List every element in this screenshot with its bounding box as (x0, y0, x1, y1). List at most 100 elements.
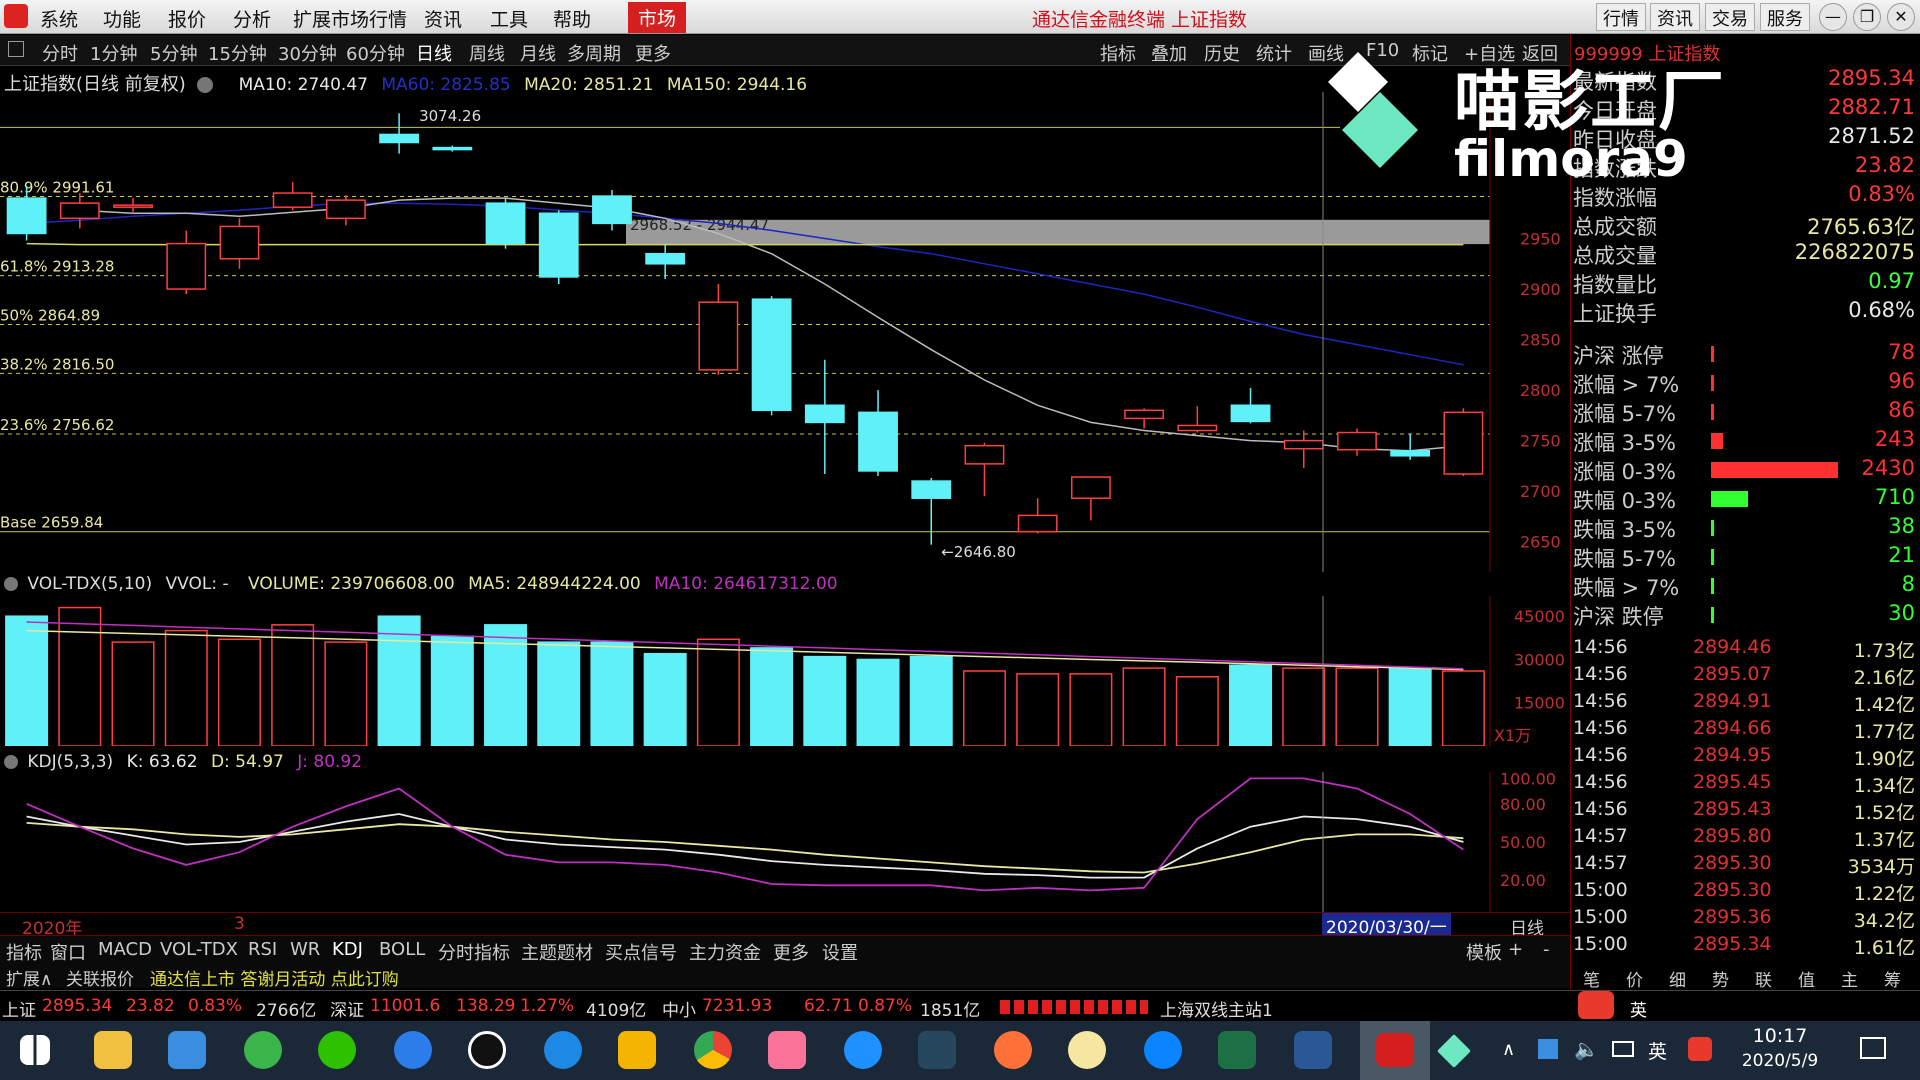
app-icon-4[interactable] (918, 1031, 956, 1069)
clock-date[interactable]: 2020/5/9 (1722, 1051, 1838, 1071)
qq-icon[interactable] (468, 1031, 506, 1069)
app-icon-2[interactable] (394, 1031, 432, 1069)
firefox-icon[interactable] (994, 1031, 1032, 1069)
app-icon-3[interactable] (618, 1031, 656, 1069)
period-multi[interactable]: 多周期 (567, 40, 621, 66)
volume-settings-icon[interactable] (4, 577, 18, 591)
period-fenshi[interactable]: 分时 (42, 40, 78, 66)
tab-vol-tdx[interactable]: VOL-TDX (160, 939, 238, 960)
notification-icon[interactable] (1860, 1037, 1886, 1059)
period-1min[interactable]: 1分钟 (90, 40, 137, 66)
wechat-icon[interactable] (318, 1031, 356, 1069)
menu-extended-market[interactable]: 扩展市场行情 (293, 5, 407, 32)
panel-tab[interactable]: 笔 (1583, 966, 1600, 991)
server-name[interactable]: 上海双线主站1 (1160, 996, 1273, 1021)
panel-tab[interactable]: 价 (1626, 966, 1643, 991)
button-zixun[interactable]: 资讯 (1650, 3, 1700, 31)
tab-wr[interactable]: WR (290, 939, 320, 960)
period-daily[interactable]: 日线 (416, 40, 452, 66)
tab-zoom-in[interactable]: + (1508, 939, 1523, 960)
tab-buy-signal[interactable]: 买点信号 (605, 939, 677, 965)
panel-tab[interactable]: 筹 (1884, 966, 1901, 991)
ime-mode[interactable]: 英 (1630, 996, 1647, 1021)
tab-zoom-out[interactable]: - (1543, 939, 1550, 960)
chrome-icon[interactable] (694, 1031, 732, 1069)
menu-analysis[interactable]: 分析 (233, 5, 271, 32)
menu-tools[interactable]: 工具 (490, 5, 528, 32)
tab-indicator[interactable]: 指标 (6, 939, 42, 965)
tab-intraday-indicator[interactable]: 分时指标 (438, 939, 510, 965)
sh-amount: 2766亿 (256, 1001, 317, 1021)
filmora-tray-icon[interactable] (1437, 1034, 1471, 1068)
volume-chart[interactable]: 45000 30000 15000 X1万 (0, 596, 1570, 746)
period-30min[interactable]: 30分钟 (278, 40, 337, 66)
minimize-icon[interactable]: — (1819, 3, 1847, 31)
tab-boll[interactable]: BOLL (379, 939, 425, 960)
excel-icon[interactable] (1218, 1031, 1256, 1069)
quote-value: 0.97 (1868, 269, 1915, 293)
panel-tab[interactable]: 主 (1841, 966, 1858, 991)
panel-tab[interactable]: 联 (1755, 966, 1772, 991)
sogou-tray-icon[interactable] (1688, 1037, 1712, 1061)
tab-kdj[interactable]: KDJ (332, 939, 363, 960)
period-monthly[interactable]: 月线 (520, 40, 556, 66)
close-icon[interactable]: ✕ (1887, 3, 1915, 31)
network-icon[interactable] (1612, 1041, 1634, 1057)
tool-stats[interactable]: 统计 (1256, 40, 1292, 66)
clock-time[interactable]: 10:17 (1740, 1025, 1820, 1047)
related-quotes-button[interactable]: 关联报价 (66, 965, 134, 990)
browser-360-icon[interactable] (244, 1031, 282, 1069)
tab-macd[interactable]: MACD (98, 939, 152, 960)
word-icon[interactable] (1294, 1031, 1332, 1069)
tray-app-icon[interactable] (1538, 1039, 1558, 1059)
app-icon-5[interactable] (1068, 1031, 1106, 1069)
tab-theme[interactable]: 主题题材 (521, 939, 593, 965)
volume-icon[interactable]: 🔈 (1574, 1037, 1599, 1061)
period-weekly[interactable]: 周线 (469, 40, 505, 66)
kdj-settings-icon[interactable] (4, 755, 18, 769)
volume-bar (430, 635, 474, 746)
button-fuwu[interactable]: 服务 (1760, 3, 1810, 31)
tab-settings[interactable]: 设置 (822, 939, 858, 965)
bilibili-icon[interactable] (768, 1031, 806, 1069)
tool-history[interactable]: 历史 (1204, 40, 1240, 66)
tray-chevron-icon[interactable]: ∧ (1502, 1039, 1515, 1060)
panel-tab[interactable]: 势 (1712, 966, 1729, 991)
menu-system[interactable]: 系统 (40, 5, 78, 32)
windows-start-icon[interactable] (20, 1035, 50, 1065)
tool-overlay[interactable]: 叠加 (1151, 40, 1187, 66)
period-15min[interactable]: 15分钟 (208, 40, 267, 66)
button-hangqing[interactable]: 行情 (1596, 3, 1646, 31)
restore-icon[interactable]: ❐ (1853, 3, 1881, 31)
tool-indicator[interactable]: 指标 (1100, 40, 1136, 66)
file-explorer-icon[interactable] (94, 1031, 132, 1069)
chart-dropdown-icon[interactable] (197, 77, 214, 93)
expand-button[interactable]: 扩展∧ (6, 965, 52, 990)
promo-link[interactable]: 通达信上市 答谢月活动 点此订购 (150, 965, 399, 990)
teamviewer-icon[interactable] (844, 1031, 882, 1069)
menu-help[interactable]: 帮助 (553, 5, 591, 32)
panel-tab[interactable]: 值 (1798, 966, 1815, 991)
edge-icon[interactable] (544, 1031, 582, 1069)
period-60min[interactable]: 60分钟 (346, 40, 405, 66)
period-more[interactable]: 更多 (635, 40, 671, 66)
tab-template[interactable]: 模板 (1466, 939, 1502, 965)
tab-window[interactable]: 窗口 (50, 939, 86, 965)
panel-tab[interactable]: 细 (1669, 966, 1686, 991)
menu-function[interactable]: 功能 (103, 5, 141, 32)
sidebar-toggle-icon[interactable] (8, 41, 24, 57)
app-icon-1[interactable] (168, 1031, 206, 1069)
search-app-icon[interactable] (1144, 1031, 1182, 1069)
kdj-chart[interactable]: 100.00 80.00 50.00 20.00 (0, 772, 1570, 912)
menu-news[interactable]: 资讯 (424, 5, 462, 32)
taskbar-ime[interactable]: 英 (1648, 1037, 1667, 1064)
menu-market[interactable]: 市场 (628, 2, 687, 33)
breadth-value: 96 (1888, 369, 1915, 393)
menu-quote[interactable]: 报价 (168, 5, 206, 32)
button-jiaoyi[interactable]: 交易 (1705, 3, 1755, 31)
period-5min[interactable]: 5分钟 (150, 40, 197, 66)
tab-more[interactable]: 更多 (773, 939, 809, 965)
tab-main-capital[interactable]: 主力资金 (689, 939, 761, 965)
sogou-ime-icon[interactable] (1578, 991, 1614, 1019)
tab-rsi[interactable]: RSI (248, 939, 277, 960)
